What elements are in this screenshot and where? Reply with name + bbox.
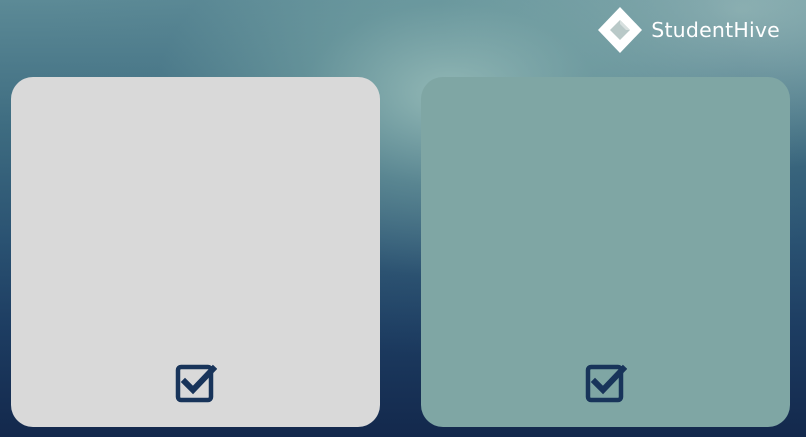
diamond-logo-icon bbox=[598, 7, 643, 53]
checkbox-checked-icon[interactable] bbox=[585, 362, 627, 404]
checkbox-checked-icon[interactable] bbox=[175, 362, 217, 404]
option-card-left[interactable] bbox=[11, 77, 380, 427]
option-card-right[interactable] bbox=[421, 77, 790, 427]
brand-name: StudentHive bbox=[651, 18, 780, 42]
brand-header: StudentHive bbox=[597, 6, 780, 54]
